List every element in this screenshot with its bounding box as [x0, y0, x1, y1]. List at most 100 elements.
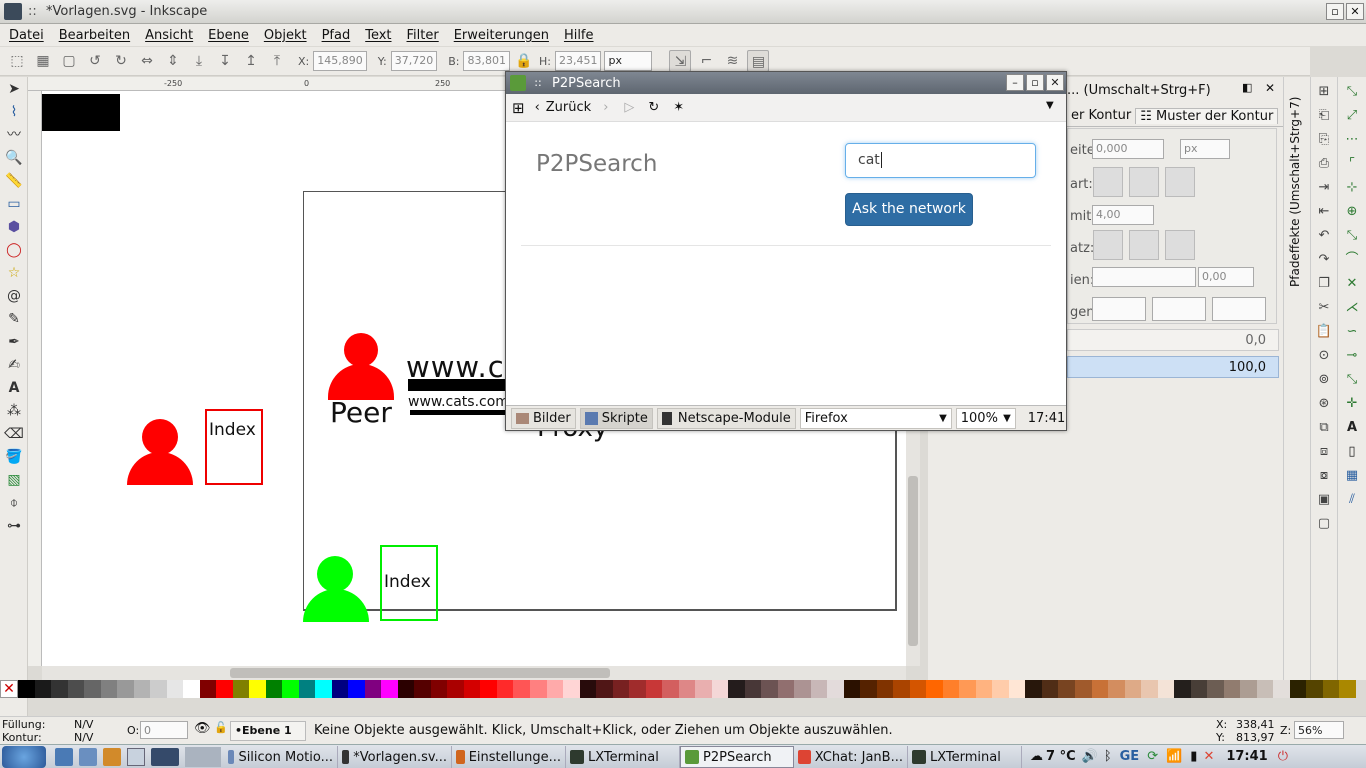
h-field[interactable]: 23,451 — [554, 51, 602, 71]
raise-icon[interactable]: ↥ — [240, 50, 262, 72]
duplicate-icon[interactable]: ⧉ — [1313, 417, 1335, 439]
palette-swatch[interactable] — [430, 680, 448, 698]
join-bevel-icon[interactable] — [1165, 167, 1195, 197]
palette-swatch[interactable] — [166, 680, 184, 698]
palette-swatch[interactable] — [34, 680, 52, 698]
palette-swatch[interactable] — [926, 680, 943, 698]
snap-rotation-center-icon[interactable]: ✛ — [1341, 393, 1363, 415]
palette-swatch[interactable] — [51, 680, 68, 698]
menu-hilfe[interactable]: Hilfe — [564, 28, 594, 43]
palette-none-swatch[interactable]: ✕ — [0, 680, 18, 698]
file-manager-icon[interactable] — [55, 747, 73, 766]
snap-enable-icon[interactable]: ⤡ — [1341, 81, 1363, 103]
snap-bbox-edge-icon[interactable]: ⋯ — [1341, 129, 1363, 151]
user-agent-select[interactable]: Firefox ▼ — [799, 407, 952, 429]
miter-field[interactable]: 4,00 — [1092, 205, 1154, 225]
marker-end-select[interactable] — [1212, 297, 1266, 321]
forward-icon[interactable]: › — [603, 100, 608, 115]
ask-network-button[interactable]: Ask the network — [845, 193, 973, 226]
palette-swatch[interactable] — [18, 680, 35, 698]
palette-swatch[interactable] — [397, 680, 415, 698]
zoom-selection-icon[interactable]: ⊙ — [1313, 345, 1335, 367]
dock-close-icon[interactable]: ✕ — [1265, 81, 1275, 95]
rectangle-tool-icon[interactable]: ▭ — [3, 193, 25, 215]
palette-swatch[interactable] — [84, 680, 101, 698]
palette-swatch[interactable] — [711, 680, 729, 698]
lock-icon[interactable]: 🔒 — [515, 50, 532, 72]
flip-horizontal-icon[interactable]: ⇔ — [136, 50, 158, 72]
palette-swatch[interactable] — [67, 680, 85, 698]
text-tool-icon[interactable]: A — [3, 377, 25, 399]
scale-corners-icon[interactable]: ⌐ — [695, 50, 717, 72]
palette-swatch[interactable] — [298, 680, 316, 698]
task-settings[interactable]: Einstellunge... — [452, 746, 566, 768]
settings-icon[interactable] — [79, 747, 97, 766]
index-label-red[interactable]: Index — [209, 420, 256, 440]
palette-swatch[interactable] — [282, 680, 299, 698]
snap-cusp-icon[interactable]: ⋌ — [1341, 297, 1363, 319]
box3d-tool-icon[interactable]: ⬢ — [3, 216, 25, 238]
xchat-tray-icon[interactable]: ✕ — [1203, 749, 1214, 764]
layer-select[interactable]: •Ebene 1 — [230, 721, 306, 741]
transform-gradients-icon[interactable]: ≋ — [721, 50, 743, 72]
palette-swatch[interactable] — [1058, 680, 1075, 698]
desktop-icon[interactable] — [151, 747, 179, 766]
black-rectangle[interactable] — [42, 94, 120, 131]
snap-page-border-icon[interactable]: ▯ — [1341, 441, 1363, 463]
plugins-toggle[interactable]: Netscape-Module — [656, 407, 796, 429]
palette-swatch[interactable] — [942, 680, 960, 698]
lock-layer-icon[interactable]: 🔓 — [214, 721, 228, 734]
palette-swatch[interactable] — [1322, 680, 1340, 698]
flip-vertical-icon[interactable]: ⇕ — [162, 50, 184, 72]
join-round-icon[interactable] — [1129, 167, 1159, 197]
palette-swatch[interactable] — [777, 680, 795, 698]
snap-bbox-midpoint-icon[interactable]: ⊹ — [1341, 177, 1363, 199]
task-p2psearch[interactable]: P2PSearch — [680, 746, 794, 768]
palette-swatch[interactable] — [348, 680, 365, 698]
weather-icon[interactable]: ☁ — [1030, 749, 1043, 764]
palette-swatch[interactable] — [364, 680, 382, 698]
gradient-tool-icon[interactable]: ▧ — [3, 469, 25, 491]
eraser-tool-icon[interactable]: ⌫ — [3, 423, 25, 445]
close-button[interactable]: ✕ — [1346, 3, 1364, 20]
snap-bbox-corner-icon[interactable]: ⌜ — [1341, 153, 1363, 175]
palette-swatch[interactable] — [480, 680, 497, 698]
maximize-button[interactable]: ▫ — [1326, 3, 1344, 20]
snap-bbox-center-icon[interactable]: ⊕ — [1341, 201, 1363, 223]
palette-swatch[interactable] — [678, 680, 696, 698]
palette-swatch[interactable] — [909, 680, 927, 698]
palette-swatch[interactable] — [612, 680, 630, 698]
palette-swatch[interactable] — [876, 680, 894, 698]
palette-swatch[interactable] — [992, 680, 1009, 698]
palette-swatch[interactable] — [496, 680, 514, 698]
palette-swatch[interactable] — [1306, 680, 1323, 698]
palette-swatch[interactable] — [150, 680, 167, 698]
new-tab-icon[interactable]: ⊞ — [512, 99, 525, 117]
palette-swatch[interactable] — [100, 680, 118, 698]
cap-round-icon[interactable] — [1129, 230, 1159, 260]
palette-swatch[interactable] — [563, 680, 580, 698]
visibility-icon[interactable]: 👁 — [194, 721, 211, 736]
w-field[interactable]: 83,801 — [463, 51, 510, 71]
palette-swatch[interactable] — [662, 680, 679, 698]
task-silicon-motion[interactable]: Silicon Motio... — [224, 746, 338, 768]
palette-swatch[interactable] — [216, 680, 233, 698]
back-button[interactable]: ‹ Zurück — [535, 100, 592, 115]
reload-icon[interactable]: ↻ — [648, 100, 659, 115]
palette-swatch[interactable] — [1108, 680, 1125, 698]
palette-swatch[interactable] — [1339, 680, 1356, 698]
palette-swatch[interactable] — [183, 680, 200, 698]
palette-swatch[interactable] — [133, 680, 151, 698]
import-icon[interactable]: ⇥ — [1313, 177, 1335, 199]
task-xchat[interactable]: XChat: JanB... — [794, 746, 908, 768]
palette-swatch[interactable] — [513, 680, 530, 698]
play-icon[interactable]: ▷ — [624, 100, 634, 115]
save-icon[interactable]: ⎘ — [1313, 129, 1335, 151]
dash-select[interactable] — [1092, 267, 1196, 287]
tweak-tool-icon[interactable]: 〰 — [3, 124, 25, 146]
blur-slider[interactable]: 0,0 — [1067, 329, 1279, 351]
palette-swatch[interactable] — [1141, 680, 1158, 698]
snap-bbox-icon[interactable]: ⤢ — [1341, 105, 1363, 127]
spiral-tool-icon[interactable]: @ — [3, 285, 25, 307]
palette-swatch[interactable] — [529, 680, 547, 698]
